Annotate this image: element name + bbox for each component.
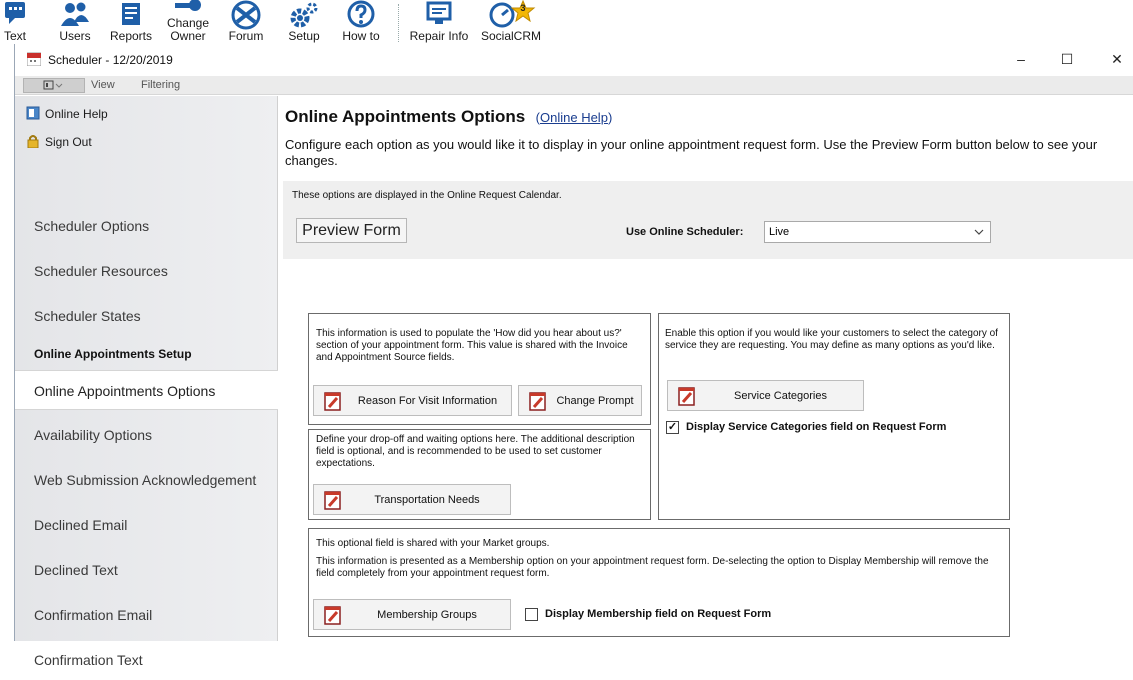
toolbar-how-to[interactable]: How to bbox=[336, 0, 386, 44]
reason-for-visit-button[interactable]: Reason For Visit Information bbox=[313, 385, 512, 416]
page-title-row: Online Appointments Options (Online Help… bbox=[285, 107, 612, 127]
toolbar-socialcrm-label: SocialCRM bbox=[480, 29, 541, 43]
intro-text: Configure each option as you would like … bbox=[285, 137, 1098, 168]
toolbar-text[interactable]: Text bbox=[0, 0, 30, 44]
menu-bar: View Filtering bbox=[15, 76, 1133, 95]
calendar-note: These options are displayed in the Onlin… bbox=[292, 190, 562, 201]
question-icon bbox=[347, 0, 375, 28]
sidebar: Online Help Sign Out Scheduler Options S… bbox=[15, 96, 278, 668]
title-bar: Scheduler - 12/20/2019 – ☐ ✕ bbox=[15, 44, 1133, 76]
toolbar-reports[interactable]: Reports bbox=[107, 0, 155, 44]
page-title: Online Appointments Options bbox=[285, 107, 526, 126]
edit-document-icon bbox=[324, 392, 341, 411]
notification-count: 3 bbox=[520, 3, 526, 13]
sidebar-item-scheduler-states[interactable]: Scheduler States bbox=[15, 296, 278, 336]
toolbar-forum-label: Forum bbox=[228, 29, 264, 43]
change-prompt-button-label: Change Prompt bbox=[556, 395, 634, 407]
scheduler-settings-panel: These options are displayed in the Onlin… bbox=[283, 181, 1133, 259]
panel-icon bbox=[43, 80, 63, 90]
close-button[interactable]: ✕ bbox=[1097, 48, 1133, 70]
membership-box: This optional field is shared with your … bbox=[308, 528, 1010, 637]
toolbar-change-owner[interactable]: Change Owner bbox=[163, 0, 213, 44]
help-book-icon bbox=[26, 106, 40, 120]
transportation-description: Define your drop-off and waiting options… bbox=[316, 434, 635, 469]
menu-view[interactable]: View bbox=[91, 79, 115, 91]
edit-document-icon bbox=[324, 606, 341, 625]
toolbar-forum[interactable]: Forum bbox=[223, 0, 269, 44]
toolbar-repair-info[interactable]: Repair Info bbox=[407, 0, 471, 44]
help-link-wrapper: (Online Help) bbox=[536, 110, 613, 125]
calendar-app-icon bbox=[27, 52, 41, 66]
toolbar-setup[interactable]: Setup bbox=[283, 0, 325, 44]
sidebar-item-online-appointments-options[interactable]: Online Appointments Options bbox=[15, 370, 278, 410]
toolbar-setup-label: Setup bbox=[288, 29, 320, 43]
use-online-scheduler-select[interactable]: Live bbox=[764, 221, 991, 243]
toolbar-users[interactable]: Users bbox=[55, 0, 95, 44]
online-help-link[interactable]: Online Help bbox=[540, 110, 608, 125]
sidebar-item-declined-text[interactable]: Declined Text bbox=[15, 550, 278, 590]
scheduler-window: Scheduler - 12/20/2019 – ☐ ✕ View Filter… bbox=[14, 44, 1133, 668]
toolbar-text-label: Text bbox=[3, 29, 26, 43]
display-membership-checkbox[interactable] bbox=[525, 608, 538, 621]
membership-groups-button[interactable]: Membership Groups bbox=[313, 599, 511, 630]
text-icon bbox=[5, 2, 25, 24]
sidebar-sign-out-label: Sign Out bbox=[45, 135, 92, 149]
membership-description: This information is presented as a Membe… bbox=[316, 556, 989, 579]
preview-form-button[interactable]: Preview Form bbox=[296, 218, 407, 243]
sidebar-item-scheduler-resources[interactable]: Scheduler Resources bbox=[15, 251, 278, 291]
sidebar-item-availability-options[interactable]: Availability Options bbox=[15, 415, 278, 455]
sidebar-item-confirmation-text[interactable]: Confirmation Text bbox=[15, 640, 278, 680]
service-categories-button[interactable]: Service Categories bbox=[667, 380, 864, 411]
use-online-scheduler-label: Use Online Scheduler: bbox=[626, 226, 744, 238]
gears-icon bbox=[290, 2, 318, 28]
maximize-button[interactable]: ☐ bbox=[1047, 48, 1087, 70]
edit-document-icon bbox=[529, 392, 546, 411]
edit-document-icon bbox=[678, 387, 695, 406]
edit-document-icon bbox=[324, 491, 341, 510]
toolbar-reports-label: Reports bbox=[109, 29, 153, 43]
app-toolbar: Text Users Reports Change Owner Forum Se… bbox=[0, 0, 1133, 44]
reason-for-visit-button-label: Reason For Visit Information bbox=[357, 395, 498, 407]
sidebar-item-scheduler-options[interactable]: Scheduler Options bbox=[15, 206, 278, 246]
toolbar-how-to-label: How to bbox=[342, 29, 380, 43]
menu-filtering[interactable]: Filtering bbox=[141, 79, 180, 91]
layout-menu-toggle[interactable] bbox=[23, 78, 85, 93]
transportation-box: Define your drop-off and waiting options… bbox=[308, 429, 651, 520]
display-service-categories-label: Display Service Categories field on Requ… bbox=[686, 421, 947, 433]
repair-info-icon bbox=[426, 1, 452, 24]
users-icon bbox=[61, 2, 89, 26]
service-categories-description: Enable this option if you would like you… bbox=[665, 328, 998, 351]
change-prompt-button[interactable]: Change Prompt bbox=[518, 385, 642, 416]
sidebar-item-declined-email[interactable]: Declined Email bbox=[15, 505, 278, 545]
help-close-paren: ) bbox=[607, 110, 613, 125]
toolbar-separator bbox=[398, 4, 399, 42]
sidebar-item-confirmation-email[interactable]: Confirmation Email bbox=[15, 595, 278, 635]
reports-icon bbox=[122, 3, 140, 25]
reason-description: This information is used to populate the… bbox=[316, 328, 628, 363]
notification-star-badge[interactable]: 3 bbox=[510, 0, 536, 22]
display-service-categories-checkbox[interactable]: ✓ bbox=[666, 421, 679, 434]
use-online-scheduler-value: Live bbox=[769, 226, 790, 238]
chevron-down-icon bbox=[974, 229, 984, 235]
minimize-button[interactable]: – bbox=[1001, 48, 1041, 70]
globe-icon bbox=[231, 0, 261, 30]
service-categories-box: Enable this option if you would like you… bbox=[658, 313, 1010, 520]
sidebar-section-online-appointments-setup: Online Appointments Setup bbox=[34, 347, 192, 361]
toolbar-repair-info-label: Repair Info bbox=[409, 29, 469, 43]
membership-groups-button-label: Membership Groups bbox=[377, 609, 477, 621]
membership-shared-note: This optional field is shared with your … bbox=[316, 538, 550, 549]
display-membership-label: Display Membership field on Request Form bbox=[545, 608, 772, 620]
service-categories-button-label: Service Categories bbox=[734, 390, 827, 402]
sidebar-item-web-submission-acknowledgement[interactable]: Web Submission Acknowledgement bbox=[15, 460, 278, 500]
lock-icon bbox=[27, 135, 39, 148]
toolbar-users-label: Users bbox=[59, 29, 91, 43]
transportation-needs-button-label: Transportation Needs bbox=[374, 494, 480, 506]
sidebar-online-help-label: Online Help bbox=[45, 107, 108, 121]
key-icon bbox=[175, 0, 201, 11]
main-content: Online Appointments Options (Online Help… bbox=[279, 96, 1133, 641]
window-title: Scheduler - 12/20/2019 bbox=[48, 53, 173, 67]
reason-for-visit-box: This information is used to populate the… bbox=[308, 313, 651, 425]
transportation-needs-button[interactable]: Transportation Needs bbox=[313, 484, 511, 515]
toolbar-owner-label: Owner bbox=[170, 29, 206, 43]
